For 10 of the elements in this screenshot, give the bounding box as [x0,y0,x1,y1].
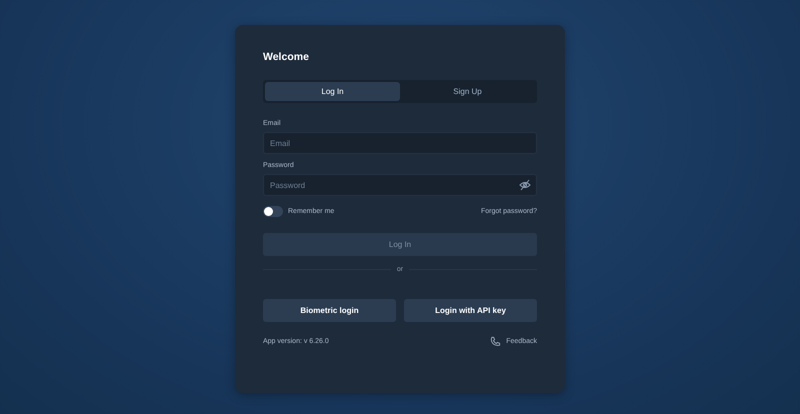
card-title: Welcome [263,51,310,63]
password-field[interactable]: Password [263,174,537,196]
tab[interactable]: Sign Up [400,82,535,101]
alt-login-button[interactable]: Biometric login [263,299,396,322]
tab[interactable]: Log In [265,82,400,101]
alt-login-button[interactable]: Login with API key [404,299,537,322]
input-field[interactable]: Email [263,132,537,154]
eye-slash-icon[interactable] [519,179,531,191]
toggle-switch[interactable] [263,206,283,217]
phone-icon[interactable] [490,336,502,347]
